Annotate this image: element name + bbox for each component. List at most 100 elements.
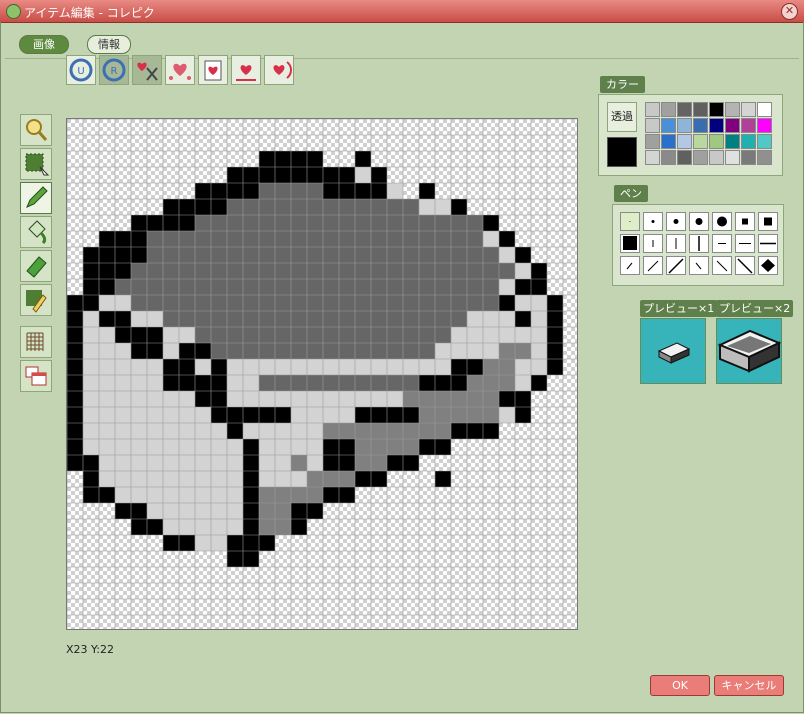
pixel[interactable] <box>339 487 355 503</box>
pixel[interactable] <box>275 407 291 423</box>
pixel[interactable] <box>179 471 195 487</box>
pixel[interactable] <box>419 391 435 407</box>
pixel[interactable] <box>243 407 259 423</box>
pixel[interactable] <box>99 327 115 343</box>
pixel[interactable] <box>467 215 483 231</box>
pixel[interactable] <box>323 327 339 343</box>
pixel[interactable] <box>243 487 259 503</box>
pixel[interactable] <box>211 535 227 551</box>
pen-option[interactable] <box>712 234 732 253</box>
pixel[interactable] <box>515 375 531 391</box>
pixel[interactable] <box>307 343 323 359</box>
pixel[interactable] <box>227 215 243 231</box>
pixel[interactable] <box>147 391 163 407</box>
pixel[interactable] <box>467 231 483 247</box>
pixel[interactable] <box>323 391 339 407</box>
pixel[interactable] <box>355 263 371 279</box>
pixel[interactable] <box>355 327 371 343</box>
pixel[interactable] <box>179 535 195 551</box>
pixel[interactable] <box>483 359 499 375</box>
pixel[interactable] <box>499 247 515 263</box>
pixel[interactable] <box>387 423 403 439</box>
pixel[interactable] <box>451 199 467 215</box>
color-swatch[interactable] <box>757 118 772 133</box>
pixel[interactable] <box>339 263 355 279</box>
pixel[interactable] <box>419 231 435 247</box>
pixel[interactable] <box>99 311 115 327</box>
pixel[interactable] <box>147 327 163 343</box>
pixel[interactable] <box>435 471 451 487</box>
pixel[interactable] <box>387 183 403 199</box>
pixel[interactable] <box>291 151 307 167</box>
pixel[interactable] <box>67 359 83 375</box>
pixel[interactable] <box>163 359 179 375</box>
pixel[interactable] <box>467 279 483 295</box>
pixel[interactable] <box>371 391 387 407</box>
pixel[interactable] <box>499 375 515 391</box>
pixel[interactable] <box>243 311 259 327</box>
pixel[interactable] <box>355 455 371 471</box>
pixel[interactable] <box>515 295 531 311</box>
pixel[interactable] <box>307 439 323 455</box>
pixel[interactable] <box>323 407 339 423</box>
pixel[interactable] <box>243 391 259 407</box>
pixel[interactable] <box>131 471 147 487</box>
pixel[interactable] <box>83 295 99 311</box>
pixel[interactable] <box>195 343 211 359</box>
pixel[interactable] <box>387 455 403 471</box>
pen-option[interactable] <box>735 256 755 275</box>
pixel[interactable] <box>179 215 195 231</box>
pixel[interactable] <box>195 295 211 311</box>
pixel[interactable] <box>307 167 323 183</box>
color-swatch[interactable] <box>725 102 740 117</box>
pixel[interactable] <box>147 487 163 503</box>
pixel[interactable] <box>115 231 131 247</box>
pixel[interactable] <box>195 423 211 439</box>
pen-option[interactable] <box>620 256 640 275</box>
eyedropper-tool[interactable] <box>20 284 52 316</box>
pixel[interactable] <box>387 327 403 343</box>
pixel[interactable] <box>259 439 275 455</box>
tab-image[interactable]: 画像 <box>19 35 69 54</box>
pixel[interactable] <box>131 247 147 263</box>
pixel[interactable] <box>195 471 211 487</box>
pixel[interactable] <box>339 359 355 375</box>
pixel[interactable] <box>387 215 403 231</box>
pixel[interactable] <box>275 295 291 311</box>
pixel[interactable] <box>227 535 243 551</box>
color-swatch[interactable] <box>741 118 756 133</box>
pen-option[interactable] <box>620 212 640 231</box>
pixel[interactable] <box>115 343 131 359</box>
color-swatch[interactable] <box>709 134 724 149</box>
pixel[interactable] <box>179 327 195 343</box>
pixel[interactable] <box>307 279 323 295</box>
pixel[interactable] <box>451 215 467 231</box>
transparent-button[interactable]: 透過 <box>607 102 637 132</box>
tab-info[interactable]: 情報 <box>87 35 131 54</box>
pixel[interactable] <box>83 263 99 279</box>
pixel[interactable] <box>227 247 243 263</box>
pixel[interactable] <box>403 439 419 455</box>
redo-button[interactable]: R <box>99 55 129 85</box>
pixel[interactable] <box>323 167 339 183</box>
pixel[interactable] <box>67 295 83 311</box>
pixel[interactable] <box>275 167 291 183</box>
pixel[interactable] <box>467 311 483 327</box>
pixel[interactable] <box>451 407 467 423</box>
color-swatch[interactable] <box>661 102 676 117</box>
pixel[interactable] <box>275 311 291 327</box>
pixel[interactable] <box>355 183 371 199</box>
pixel[interactable] <box>227 407 243 423</box>
pixel[interactable] <box>467 263 483 279</box>
pixel[interactable] <box>339 279 355 295</box>
pixel[interactable] <box>163 311 179 327</box>
pixel[interactable] <box>531 311 547 327</box>
pixel[interactable] <box>323 375 339 391</box>
pixel[interactable] <box>211 279 227 295</box>
pixel[interactable] <box>163 231 179 247</box>
pixel[interactable] <box>387 439 403 455</box>
pixel[interactable] <box>227 455 243 471</box>
eraser-tool[interactable] <box>20 250 52 282</box>
pixel[interactable] <box>195 327 211 343</box>
pixel[interactable] <box>307 359 323 375</box>
